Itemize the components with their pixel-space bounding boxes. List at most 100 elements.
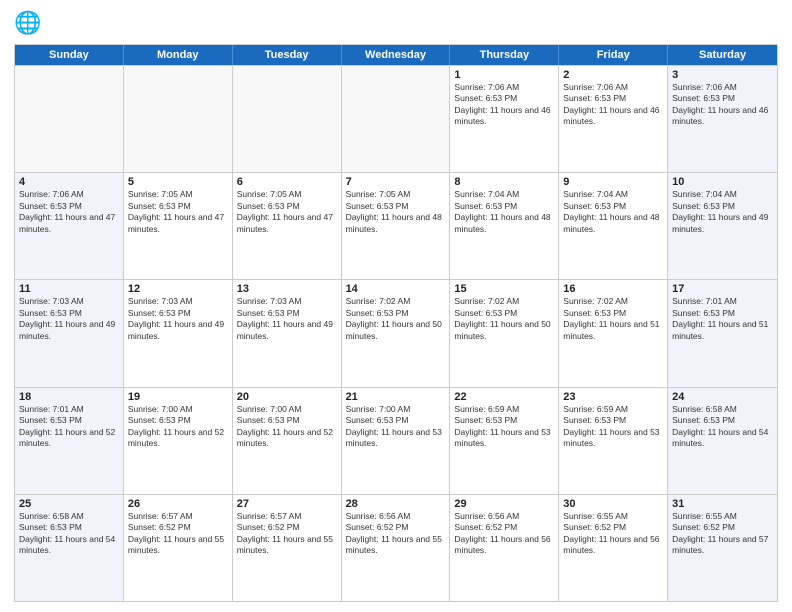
- day-number: 4: [19, 176, 119, 188]
- day-number: 5: [128, 176, 228, 188]
- day-number: 9: [563, 176, 663, 188]
- day-number: 27: [237, 498, 337, 510]
- day-cell-22: 22Sunrise: 6:59 AMSunset: 6:53 PMDayligh…: [450, 388, 559, 494]
- day-cell-2: 2Sunrise: 7:06 AMSunset: 6:53 PMDaylight…: [559, 66, 668, 172]
- day-cell-19: 19Sunrise: 7:00 AMSunset: 6:53 PMDayligh…: [124, 388, 233, 494]
- logo: 🌐: [14, 10, 44, 38]
- day-cell-11: 11Sunrise: 7:03 AMSunset: 6:53 PMDayligh…: [15, 280, 124, 386]
- day-number: 18: [19, 391, 119, 403]
- day-info: Sunrise: 7:06 AMSunset: 6:53 PMDaylight:…: [672, 82, 773, 128]
- day-info: Sunrise: 6:56 AMSunset: 6:52 PMDaylight:…: [346, 511, 446, 557]
- day-number: 23: [563, 391, 663, 403]
- day-number: 19: [128, 391, 228, 403]
- day-cell-29: 29Sunrise: 6:56 AMSunset: 6:52 PMDayligh…: [450, 495, 559, 601]
- day-number: 26: [128, 498, 228, 510]
- header-day-tuesday: Tuesday: [233, 45, 342, 65]
- week-row-3: 11Sunrise: 7:03 AMSunset: 6:53 PMDayligh…: [15, 279, 777, 386]
- day-info: Sunrise: 7:01 AMSunset: 6:53 PMDaylight:…: [19, 404, 119, 450]
- day-number: 30: [563, 498, 663, 510]
- calendar-body: 1Sunrise: 7:06 AMSunset: 6:53 PMDaylight…: [15, 65, 777, 601]
- day-info: Sunrise: 6:55 AMSunset: 6:52 PMDaylight:…: [672, 511, 773, 557]
- day-cell-17: 17Sunrise: 7:01 AMSunset: 6:53 PMDayligh…: [668, 280, 777, 386]
- day-number: 6: [237, 176, 337, 188]
- week-row-2: 4Sunrise: 7:06 AMSunset: 6:53 PMDaylight…: [15, 172, 777, 279]
- calendar-header: SundayMondayTuesdayWednesdayThursdayFrid…: [15, 45, 777, 65]
- day-number: 21: [346, 391, 446, 403]
- day-info: Sunrise: 6:58 AMSunset: 6:53 PMDaylight:…: [672, 404, 773, 450]
- day-info: Sunrise: 6:59 AMSunset: 6:53 PMDaylight:…: [454, 404, 554, 450]
- day-number: 12: [128, 283, 228, 295]
- day-info: Sunrise: 7:02 AMSunset: 6:53 PMDaylight:…: [346, 296, 446, 342]
- day-info: Sunrise: 7:04 AMSunset: 6:53 PMDaylight:…: [672, 189, 773, 235]
- day-cell-13: 13Sunrise: 7:03 AMSunset: 6:53 PMDayligh…: [233, 280, 342, 386]
- day-number: 20: [237, 391, 337, 403]
- day-info: Sunrise: 7:04 AMSunset: 6:53 PMDaylight:…: [454, 189, 554, 235]
- week-row-4: 18Sunrise: 7:01 AMSunset: 6:53 PMDayligh…: [15, 387, 777, 494]
- day-cell-1: 1Sunrise: 7:06 AMSunset: 6:53 PMDaylight…: [450, 66, 559, 172]
- day-cell-4: 4Sunrise: 7:06 AMSunset: 6:53 PMDaylight…: [15, 173, 124, 279]
- day-info: Sunrise: 7:03 AMSunset: 6:53 PMDaylight:…: [19, 296, 119, 342]
- day-info: Sunrise: 6:58 AMSunset: 6:53 PMDaylight:…: [19, 511, 119, 557]
- day-cell-15: 15Sunrise: 7:02 AMSunset: 6:53 PMDayligh…: [450, 280, 559, 386]
- day-info: Sunrise: 7:03 AMSunset: 6:53 PMDaylight:…: [237, 296, 337, 342]
- day-number: 7: [346, 176, 446, 188]
- day-cell-20: 20Sunrise: 7:00 AMSunset: 6:53 PMDayligh…: [233, 388, 342, 494]
- day-cell-26: 26Sunrise: 6:57 AMSunset: 6:52 PMDayligh…: [124, 495, 233, 601]
- header: 🌐: [14, 10, 778, 38]
- day-cell-10: 10Sunrise: 7:04 AMSunset: 6:53 PMDayligh…: [668, 173, 777, 279]
- week-row-1: 1Sunrise: 7:06 AMSunset: 6:53 PMDaylight…: [15, 65, 777, 172]
- week-row-5: 25Sunrise: 6:58 AMSunset: 6:53 PMDayligh…: [15, 494, 777, 601]
- day-info: Sunrise: 7:00 AMSunset: 6:53 PMDaylight:…: [346, 404, 446, 450]
- day-cell-7: 7Sunrise: 7:05 AMSunset: 6:53 PMDaylight…: [342, 173, 451, 279]
- day-number: 13: [237, 283, 337, 295]
- day-number: 3: [672, 69, 773, 81]
- day-cell-14: 14Sunrise: 7:02 AMSunset: 6:53 PMDayligh…: [342, 280, 451, 386]
- page: 🌐 SundayMondayTuesdayWednesdayThursdayFr…: [0, 0, 792, 612]
- day-cell-25: 25Sunrise: 6:58 AMSunset: 6:53 PMDayligh…: [15, 495, 124, 601]
- day-number: 28: [346, 498, 446, 510]
- day-cell-12: 12Sunrise: 7:03 AMSunset: 6:53 PMDayligh…: [124, 280, 233, 386]
- calendar: SundayMondayTuesdayWednesdayThursdayFrid…: [14, 44, 778, 602]
- day-number: 11: [19, 283, 119, 295]
- day-cell-5: 5Sunrise: 7:05 AMSunset: 6:53 PMDaylight…: [124, 173, 233, 279]
- day-info: Sunrise: 7:00 AMSunset: 6:53 PMDaylight:…: [128, 404, 228, 450]
- header-day-thursday: Thursday: [450, 45, 559, 65]
- day-info: Sunrise: 7:02 AMSunset: 6:53 PMDaylight:…: [454, 296, 554, 342]
- day-info: Sunrise: 7:04 AMSunset: 6:53 PMDaylight:…: [563, 189, 663, 235]
- day-cell-8: 8Sunrise: 7:04 AMSunset: 6:53 PMDaylight…: [450, 173, 559, 279]
- empty-cell: [124, 66, 233, 172]
- day-cell-27: 27Sunrise: 6:57 AMSunset: 6:52 PMDayligh…: [233, 495, 342, 601]
- empty-cell: [342, 66, 451, 172]
- header-day-wednesday: Wednesday: [342, 45, 451, 65]
- day-number: 2: [563, 69, 663, 81]
- day-cell-18: 18Sunrise: 7:01 AMSunset: 6:53 PMDayligh…: [15, 388, 124, 494]
- day-info: Sunrise: 7:01 AMSunset: 6:53 PMDaylight:…: [672, 296, 773, 342]
- day-cell-3: 3Sunrise: 7:06 AMSunset: 6:53 PMDaylight…: [668, 66, 777, 172]
- day-number: 25: [19, 498, 119, 510]
- header-day-saturday: Saturday: [668, 45, 777, 65]
- day-cell-28: 28Sunrise: 6:56 AMSunset: 6:52 PMDayligh…: [342, 495, 451, 601]
- day-info: Sunrise: 7:00 AMSunset: 6:53 PMDaylight:…: [237, 404, 337, 450]
- day-number: 24: [672, 391, 773, 403]
- day-number: 31: [672, 498, 773, 510]
- day-number: 16: [563, 283, 663, 295]
- day-number: 29: [454, 498, 554, 510]
- day-info: Sunrise: 6:55 AMSunset: 6:52 PMDaylight:…: [563, 511, 663, 557]
- day-info: Sunrise: 6:59 AMSunset: 6:53 PMDaylight:…: [563, 404, 663, 450]
- day-info: Sunrise: 7:05 AMSunset: 6:53 PMDaylight:…: [237, 189, 337, 235]
- day-cell-24: 24Sunrise: 6:58 AMSunset: 6:53 PMDayligh…: [668, 388, 777, 494]
- header-day-monday: Monday: [124, 45, 233, 65]
- header-day-sunday: Sunday: [15, 45, 124, 65]
- day-info: Sunrise: 7:03 AMSunset: 6:53 PMDaylight:…: [128, 296, 228, 342]
- day-info: Sunrise: 7:06 AMSunset: 6:53 PMDaylight:…: [19, 189, 119, 235]
- day-number: 22: [454, 391, 554, 403]
- svg-text:🌐: 🌐: [14, 10, 41, 35]
- day-cell-30: 30Sunrise: 6:55 AMSunset: 6:52 PMDayligh…: [559, 495, 668, 601]
- day-cell-16: 16Sunrise: 7:02 AMSunset: 6:53 PMDayligh…: [559, 280, 668, 386]
- logo-icon: 🌐: [14, 10, 42, 38]
- day-number: 15: [454, 283, 554, 295]
- day-cell-21: 21Sunrise: 7:00 AMSunset: 6:53 PMDayligh…: [342, 388, 451, 494]
- day-cell-6: 6Sunrise: 7:05 AMSunset: 6:53 PMDaylight…: [233, 173, 342, 279]
- day-cell-9: 9Sunrise: 7:04 AMSunset: 6:53 PMDaylight…: [559, 173, 668, 279]
- empty-cell: [15, 66, 124, 172]
